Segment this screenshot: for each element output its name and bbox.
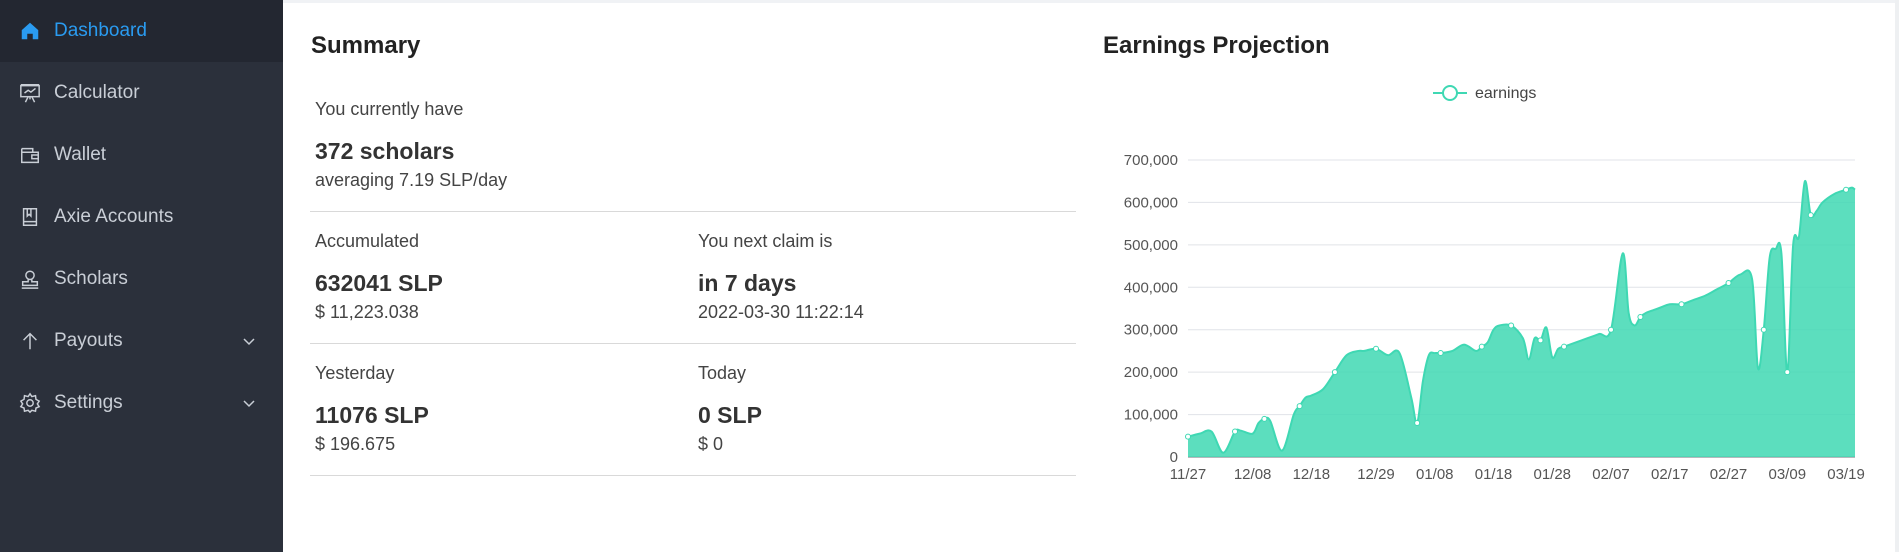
divider: [310, 475, 1076, 476]
data-point: [1373, 345, 1380, 352]
divider: [310, 343, 1076, 344]
scrollbar-track[interactable]: [1895, 0, 1899, 552]
data-point: [1637, 313, 1644, 320]
claim-label: You next claim is: [698, 231, 833, 251]
chevron-down-icon: [243, 338, 255, 346]
y-tick-label: 200,000: [1124, 364, 1178, 381]
y-tick-label: 600,000: [1124, 194, 1178, 211]
divider: [283, 0, 1899, 3]
legend-marker: [1442, 85, 1458, 101]
accumulated-sub: $ 11,223.038: [315, 302, 419, 322]
data-point: [1261, 415, 1268, 422]
today-value: 0 SLP: [698, 402, 762, 428]
data-point: [1678, 301, 1685, 308]
data-point: [1296, 403, 1303, 410]
sidebar-item-calculator[interactable]: Calculator: [0, 62, 283, 124]
y-tick-label: 700,000: [1124, 152, 1178, 169]
accumulated-label: Accumulated: [315, 231, 420, 251]
yesterday-label: Yesterday: [315, 363, 395, 383]
data-point: [1185, 433, 1191, 440]
data-point: [1760, 326, 1767, 333]
x-tick-label: 12/18: [1293, 466, 1331, 483]
sidebar-item-label: Payouts: [54, 330, 123, 351]
wallet-icon: [18, 143, 42, 167]
accumulated-value: 632041 SLP: [315, 270, 443, 296]
sidebar-item-label: Settings: [54, 392, 123, 413]
today-sub: $ 0: [698, 434, 724, 454]
current-sub: averaging 7.19 SLP/day: [315, 170, 508, 190]
x-tick-label: 02/07: [1592, 466, 1630, 483]
arrow-up-icon: [18, 329, 42, 353]
chevron-down-icon: [243, 400, 255, 408]
yesterday-sub: $ 196.675: [315, 434, 396, 454]
sidebar-item-label: Wallet: [54, 144, 107, 165]
sidebar-item-payouts[interactable]: Payouts: [0, 310, 283, 372]
home-icon: [18, 19, 42, 43]
earnings-chart: 0 100,000 200,000 300,000 400,000 500,000 600,…: [1124, 85, 1865, 483]
x-tick-label: 01/28: [1533, 466, 1571, 483]
y-tick-label: 300,000: [1124, 322, 1178, 339]
chart-title: Earnings Projection: [1103, 32, 1330, 59]
sidebar-item-label: Calculator: [54, 82, 140, 103]
claim-sub: 2022-03-30 11:22:14: [698, 302, 864, 322]
x-tick-label: 03/09: [1769, 466, 1807, 483]
x-tick-label: 03/19: [1827, 466, 1865, 483]
sidebar-item-wallet[interactable]: Wallet: [0, 124, 283, 186]
x-tick-label: 12/08: [1234, 466, 1272, 483]
x-tick-label: 02/27: [1710, 466, 1748, 483]
user-stamp-icon: [18, 267, 42, 291]
sidebar-item-axie-accounts[interactable]: Axie Accounts: [0, 186, 283, 248]
data-point: [1331, 369, 1338, 376]
divider: [310, 211, 1076, 212]
x-tick-label: 01/18: [1475, 466, 1513, 483]
data-point: [1725, 280, 1732, 287]
claim-value: in 7 days: [698, 270, 797, 296]
x-tick-label: 11/27: [1170, 466, 1206, 483]
easel-icon: [18, 81, 42, 105]
data-point: [1437, 350, 1444, 357]
data-point: [1843, 186, 1850, 193]
summary-title: Summary: [311, 32, 421, 59]
x-tick-label: 02/17: [1651, 466, 1689, 483]
data-point: [1807, 212, 1814, 219]
x-tick-label: 12/29: [1357, 466, 1395, 483]
y-tick-label: 500,000: [1124, 237, 1178, 254]
sidebar-item-label: Axie Accounts: [54, 206, 174, 227]
sidebar-item-scholars[interactable]: Scholars: [0, 248, 283, 310]
gear-icon: [18, 391, 42, 415]
current-value: 372 scholars: [315, 138, 455, 164]
sidebar-item-settings[interactable]: Settings: [0, 372, 283, 434]
y-tick-label: 0: [1170, 449, 1178, 466]
x-tick-label: 01/08: [1416, 466, 1454, 483]
data-point: [1537, 337, 1544, 344]
sidebar-item-label: Scholars: [54, 268, 128, 289]
y-tick-label: 400,000: [1124, 279, 1178, 296]
yesterday-value: 11076 SLP: [315, 402, 429, 428]
sidebar-item-label: Dashboard: [54, 20, 147, 41]
data-point: [1561, 343, 1568, 350]
legend-label: earnings: [1475, 85, 1536, 102]
y-tick-label: 100,000: [1124, 407, 1178, 424]
data-point: [1232, 428, 1239, 435]
data-point: [1478, 343, 1485, 350]
data-point: [1608, 326, 1615, 333]
data-point: [1784, 369, 1791, 376]
today-label: Today: [698, 363, 747, 383]
data-point: [1508, 322, 1515, 329]
book-icon: [18, 205, 42, 229]
data-point: [1414, 420, 1421, 427]
sidebar-item-dashboard[interactable]: Dashboard: [0, 0, 283, 62]
current-label: You currently have: [315, 99, 464, 119]
sidebar: Dashboard Calculator Wallet Axie Account…: [0, 0, 283, 552]
